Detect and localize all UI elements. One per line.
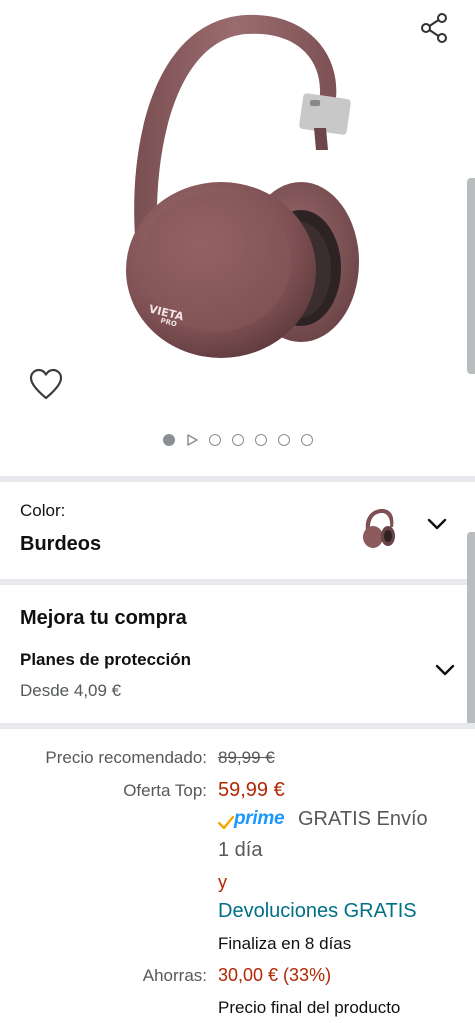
carousel-dot[interactable] [208,434,221,446]
heart-outline-icon[interactable] [28,368,64,402]
chevron-down-icon[interactable] [426,517,448,531]
color-value: Burdeos [20,533,102,555]
upgrade-title: Mejora tu compra [20,607,187,629]
final-price-text: Precio final del producto [218,998,401,1017]
pricing-block: Precio recomendado: 89,99 € Oferta Top: … [0,730,475,1023]
section-divider [0,579,475,585]
shipping-line-2: 1 día [218,839,263,861]
scrollbar-thumb[interactable] [467,178,475,374]
protection-plans[interactable]: Mejora tu compra Planes de protección De… [0,586,475,722]
carousel-dot[interactable] [231,434,244,446]
carousel-dot[interactable] [300,434,313,446]
carousel-dot-active[interactable] [162,434,175,446]
share-icon[interactable] [416,10,452,46]
free-returns-link[interactable]: Devoluciones GRATIS [218,900,417,923]
carousel-dot[interactable] [277,434,290,446]
and-text: y [218,872,227,892]
prime-check-icon [218,816,234,830]
offer-price: 59,99 € [218,779,285,801]
carousel-video-icon[interactable] [186,434,198,446]
prime-badge: prime [218,808,285,830]
chevron-down-icon[interactable] [434,663,456,677]
recommended-price: 89,99 € [218,748,275,767]
savings-label: Ahorras: [142,966,207,985]
carousel-dot[interactable] [254,434,267,446]
color-selector[interactable]: Color: Burdeos [0,483,475,579]
recommended-price-label: Precio recomendado: [45,748,207,767]
upgrade-subtitle: Planes de protección [20,650,191,669]
color-swatch-thumbnail[interactable] [360,505,398,551]
carousel-indicator[interactable] [0,430,475,450]
color-label: Color: [20,501,66,520]
section-divider [0,723,475,729]
shipping-line-1: GRATIS Envío [298,808,428,830]
deal-ends-text: Finaliza en 8 días [218,934,352,953]
product-image[interactable]: VIETA PRO [96,0,386,370]
product-gallery[interactable]: VIETA PRO [0,0,475,474]
section-divider [0,476,475,482]
offer-label: Oferta Top: [123,781,207,800]
prime-label: prime [234,808,285,829]
upgrade-from-price: Desde 4,09 € [20,681,122,700]
savings-value: 30,00 € (33%) [218,965,332,985]
